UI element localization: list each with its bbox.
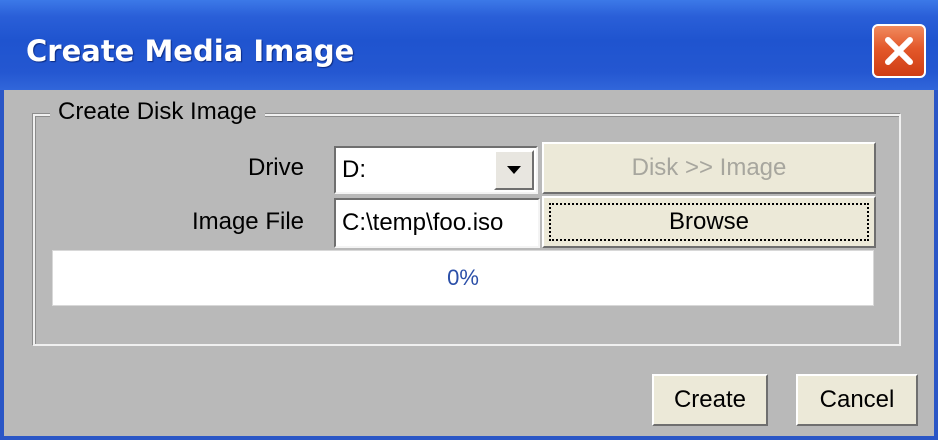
close-button[interactable] xyxy=(872,24,926,78)
progress-bar: 0% xyxy=(52,250,874,306)
create-button[interactable]: Create xyxy=(652,374,768,426)
progress-text: 0% xyxy=(447,265,479,290)
window-title: Create Media Image xyxy=(26,34,355,68)
image-file-label: Image File xyxy=(191,208,304,235)
disk-to-image-button[interactable]: Disk >> Image xyxy=(542,142,876,194)
cancel-button[interactable]: Cancel xyxy=(796,374,918,426)
title-bar[interactable]: Create Media Image xyxy=(0,0,938,90)
close-icon xyxy=(885,37,913,65)
image-file-value: C:\temp\foo.iso xyxy=(342,209,504,236)
drive-dropdown-button[interactable] xyxy=(494,150,534,190)
drive-label: Drive xyxy=(247,154,304,181)
chevron-down-icon xyxy=(507,166,521,174)
browse-button[interactable]: Browse xyxy=(542,196,876,248)
drive-selected-value: D: xyxy=(342,156,366,183)
browse-button-label: Browse xyxy=(668,208,750,235)
group-legend: Create Disk Image xyxy=(50,98,265,126)
drive-select[interactable]: D: xyxy=(334,146,538,194)
image-file-input[interactable]: C:\temp\foo.iso xyxy=(334,198,540,248)
